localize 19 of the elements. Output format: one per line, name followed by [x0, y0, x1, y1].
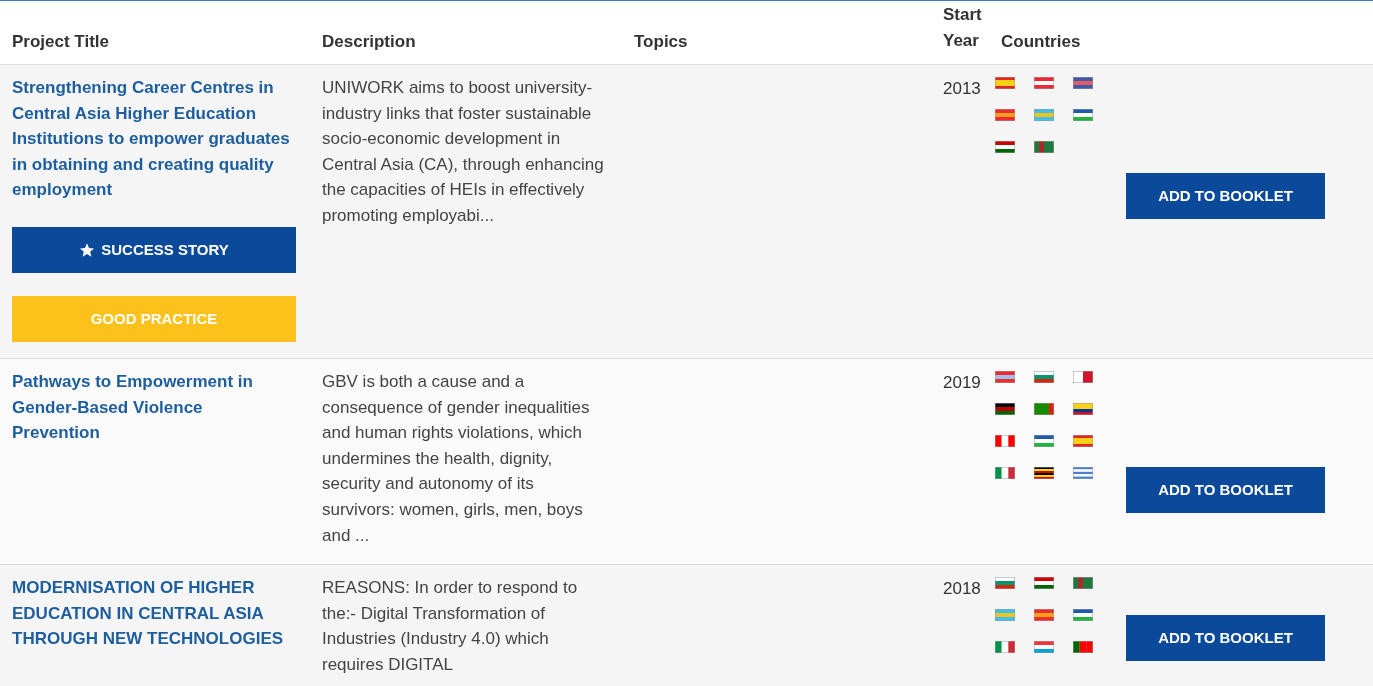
project-title-link[interactable]: Pathways to Empowerment in Gender-Based Violence Prevention [12, 368, 292, 446]
column-header: Start Year [943, 5, 982, 50]
add-to-booklet-button[interactable]: ADD TO BOOKLET [1126, 173, 1325, 219]
start-year: 2019 [943, 372, 981, 392]
project-title-link[interactable]: MODERNISATION OF HIGHER EDUCATION IN CENTRAL ASIA THROUGH NEW TECHNOLOGIES [12, 575, 292, 652]
start-year: 2018 [943, 579, 981, 599]
description-text: UNIWORK aims to boost university-industry links that foster sustainable socio-economic development in Central Asia (CA), through enhancing the capacities of HEIs in effectively promoting employabi... [322, 77, 605, 227]
project-title-link[interactable]: Strengthening Career Centres in Central Asia Higher Education Institutions to empower graduates in obtaining and creating quality employment [12, 75, 292, 203]
column-header: Description [322, 31, 416, 51]
description-text: GBV is both a cause and a consequence of gender inequalities and human rights violations, which undermines the health, dignity, security and autonomy of its survivors: women, girls, men, boys and ... [322, 370, 591, 547]
add-to-booklet-button[interactable]: ADD TO BOOKLET [1126, 615, 1325, 662]
success-story-button[interactable]: SUCCESS STORY [12, 226, 296, 273]
column-header: Countries [1001, 31, 1081, 51]
column-header: Project Title [12, 31, 109, 51]
star-icon [79, 241, 96, 258]
start-year: 2013 [943, 79, 981, 98]
description-text: REASONS: In order to respond to the:- Digital Transformation of Industries (Industry 4.0) which requires DIGITAL [322, 577, 579, 676]
add-to-booklet-button[interactable]: ADD TO BOOKLET [1126, 466, 1325, 513]
column-header: Topics [634, 31, 688, 51]
